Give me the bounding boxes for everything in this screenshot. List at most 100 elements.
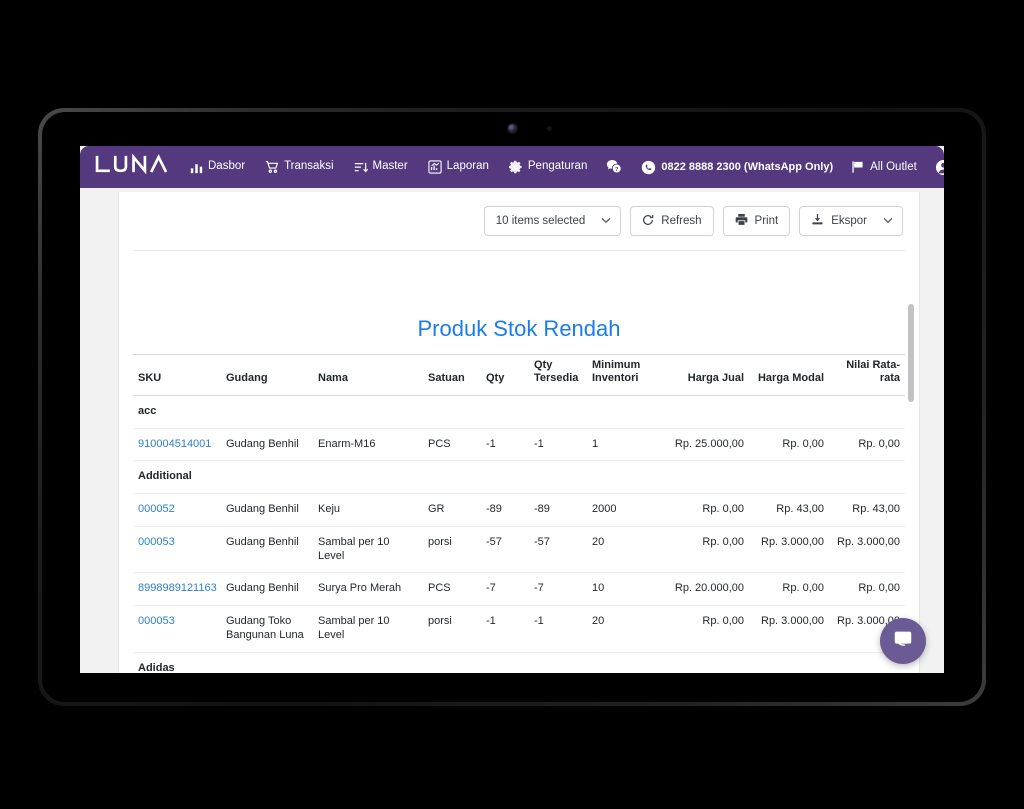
help-button[interactable]: ? [597,159,632,175]
cell-minimum: 1 [587,428,659,462]
group-label: Adidas [133,652,905,673]
luna-logo[interactable]: LUNA [80,153,180,180]
user-avatar-icon [935,159,944,176]
printer-icon [735,213,748,229]
table-header-row: SKU Gudang Nama Satuan Qty Qty Tersedia M… [133,354,905,396]
outlet-selector[interactable]: All Outlet [842,160,926,174]
col-nama: Nama [313,354,423,396]
group-label: acc [133,395,905,429]
cell-nilai-rata-rata: Rp. 0,00 [829,572,905,607]
items-selected-label: 10 items selected [495,215,586,227]
shopping-cart-icon [265,160,279,174]
cell-qty-tersedia: -1 [529,428,587,462]
nav-item-transaksi[interactable]: Transaksi [255,160,343,174]
chevron-down-icon [601,216,611,226]
sort-down-icon [354,161,368,174]
cell-harga-modal: Rp. 0,00 [749,572,829,607]
print-button[interactable]: Print [722,206,791,236]
cell-sku[interactable]: 8998989121163 [133,572,221,607]
report-table-container: SKU Gudang Nama Satuan Qty Qty Tersedia M… [133,354,905,673]
top-navbar: LUNA Dasbor Transaksi [80,146,944,188]
cell-nama: Sambal per 10 Level [313,526,423,574]
nav-item-dasbor[interactable]: Dasbor [180,161,255,174]
table-row: 000053 Gudang Toko Bangunan Luna Sambal pe… [133,605,905,653]
table-row: 000052 Gudang Benhil Keju GR -89 -89 2000 Rp. 0… [133,493,905,527]
col-qty: Qty [481,354,529,396]
cell-satuan: PCS [423,428,481,462]
cell-nama: Enarm-M16 [313,428,423,462]
ekspor-dropdown[interactable]: Ekspor [799,206,903,236]
col-minimum-inventori: Minimum Inventori [587,354,659,396]
report-toolbar: 10 items selected Refresh Print Ekspor [119,192,919,250]
refresh-button[interactable]: Refresh [630,206,714,236]
cell-qty: -1 [481,605,529,653]
nav-label: Dasbor [208,160,246,173]
cell-qty: -57 [481,526,529,574]
cell-qty-tersedia: -57 [529,526,587,574]
cell-sku[interactable]: 000053 [133,526,221,574]
cell-minimum: 20 [587,526,659,574]
cell-gudang: Gudang Toko Bangunan Luna [221,605,313,653]
cell-harga-jual: Rp. 0,00 [659,605,749,653]
low-stock-table: SKU Gudang Nama Satuan Qty Qty Tersedia M… [133,354,905,673]
nav-label: Master [372,160,408,173]
cell-sku[interactable]: 910004514001 [133,428,221,462]
nav-item-master[interactable]: Master [344,161,418,174]
col-satuan: Satuan [423,354,481,396]
screenshot-stage: LUNA Dasbor Transaksi [0,0,1024,809]
cell-harga-modal: Rp. 0,00 [749,428,829,462]
page-title: Produk Stok Rendah [417,316,621,341]
cell-gudang: Gudang Benhil [221,493,313,527]
chevron-down-icon [883,216,893,226]
flag-icon [851,160,865,174]
table-group-row: Adidas [133,652,905,673]
whatsapp-contact[interactable]: 0822 8888 2300 (WhatsApp Only) [632,160,842,175]
cell-minimum: 2000 [587,493,659,527]
chat-support-button[interactable] [880,618,926,664]
cell-harga-jual: Rp. 0,00 [659,526,749,574]
cell-satuan: porsi [423,605,481,653]
tablet-camera-icon [507,124,517,133]
nav-item-laporan[interactable]: Laporan [418,160,499,174]
print-label: Print [754,215,779,227]
cell-gudang: Gudang Benhil [221,428,313,462]
table-row: 8998989121163 Gudang Benhil Surya Pro Mera… [133,572,905,607]
cell-nama: Sambal per 10 Level [313,605,423,653]
col-sku: SKU [133,354,221,396]
cell-nilai-rata-rata: Rp. 3.000,00 [829,526,905,574]
table-group-row: Additional [133,460,905,495]
scrollbar-thumb[interactable] [908,304,914,402]
cell-harga-modal: Rp. 3.000,00 [749,526,829,574]
gear-icon [508,160,523,174]
content-scrollbar[interactable] [908,192,917,673]
user-menu[interactable]: demo_lunapos [926,159,944,176]
cell-nilai-rata-rata: Rp. 0,00 [829,428,905,462]
items-selected-dropdown[interactable]: 10 items selected [483,206,622,236]
nav-label: Laporan [446,160,489,173]
brand-text: LUNA [170,154,171,155]
toolbar-divider [133,250,905,251]
cell-qty: -89 [481,493,529,527]
cell-qty-tersedia: -89 [529,493,587,527]
cell-qty: -1 [481,428,529,462]
table-group-row: acc [133,395,905,429]
report-card: 10 items selected Refresh Print Ekspor P… [118,192,920,673]
col-harga-jual: Harga Jual [659,354,749,396]
cell-sku[interactable]: 000053 [133,605,221,653]
cell-harga-jual: Rp. 25.000,00 [659,428,749,462]
cell-qty-tersedia: -7 [529,572,587,607]
cell-harga-modal: Rp. 3.000,00 [749,605,829,653]
table-row: 000053 Gudang Benhil Sambal per 10 Level po… [133,526,905,574]
chat-bubble-icon [892,628,914,655]
cell-qty: -7 [481,572,529,607]
cell-nama: Surya Pro Merah [313,572,423,607]
nav-item-pengaturan[interactable]: Pengaturan [499,160,597,174]
cell-nilai-rata-rata: Rp. 43,00 [829,493,905,527]
cell-satuan: GR [423,493,481,527]
cell-sku[interactable]: 000052 [133,493,221,527]
col-nilai-rata-rata: Nilai Rata-rata [829,354,905,396]
bar-chart-icon [190,161,203,174]
navbar-right-group: ? 0822 8888 2300 (WhatsApp Only) All Out… [597,146,944,188]
cell-minimum: 20 [587,605,659,653]
cell-harga-modal: Rp. 43,00 [749,493,829,527]
